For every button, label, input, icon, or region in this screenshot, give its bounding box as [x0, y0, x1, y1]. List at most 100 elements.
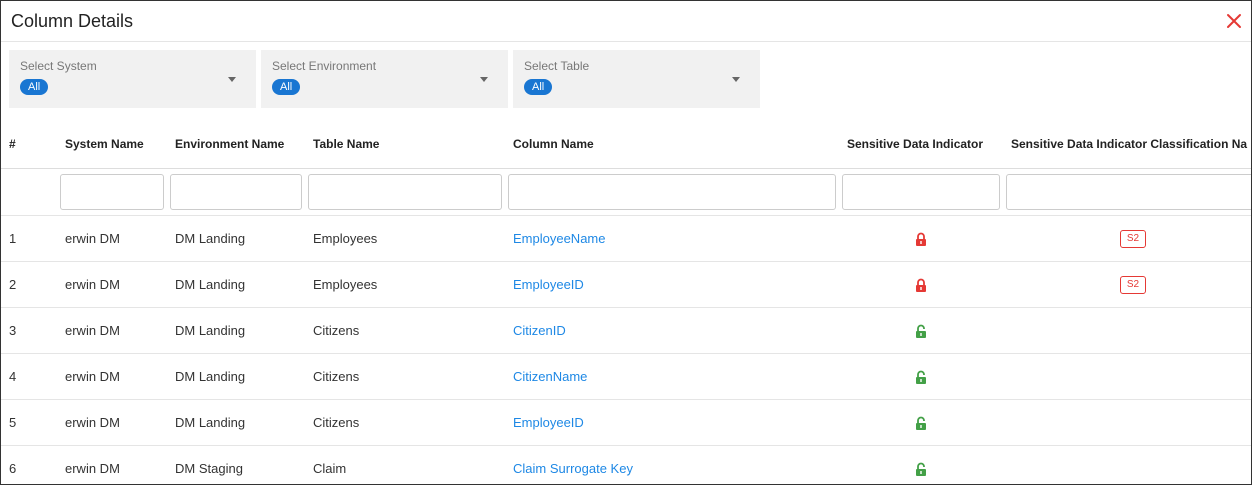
column-name-cell: CitizenID — [505, 307, 839, 354]
column-name-cell: Claim Surrogate Key — [505, 445, 839, 484]
header-system-name[interactable]: System Name — [57, 119, 167, 169]
column-name-filter-input[interactable] — [508, 174, 836, 210]
sensitive-indicator-filter-input[interactable] — [842, 174, 1000, 210]
header-number[interactable]: # — [1, 119, 57, 169]
environment-name-cell: DM Landing — [167, 307, 305, 354]
locked-icon — [915, 231, 927, 247]
system-name-cell: erwin DM — [57, 399, 167, 446]
system-name-cell: erwin DM — [57, 445, 167, 484]
table-name-cell: Employees — [305, 261, 505, 308]
table-name-cell: Citizens — [305, 307, 505, 354]
locked-icon — [915, 277, 927, 293]
select-environment-value-chip[interactable]: All — [272, 79, 301, 95]
row-number: 2 — [1, 261, 57, 308]
column-name-cell: EmployeeID — [505, 399, 839, 446]
header-table-name[interactable]: Table Name — [305, 119, 505, 169]
table-row[interactable]: 4 erwin DM DM Landing Citizens CitizenName — [1, 353, 1251, 400]
header-sensitive-data-indicator[interactable]: Sensitive Data Indicator — [839, 119, 1003, 169]
header-sdi-classification-name[interactable]: Sensitive Data Indicator Classification … — [1003, 119, 1251, 169]
environment-name-filter-input[interactable] — [170, 174, 302, 210]
classification-badge: S2 — [1119, 230, 1147, 248]
unlocked-icon — [915, 323, 927, 339]
table-header-row: # System Name Environment Name Table Nam… — [1, 119, 1251, 169]
select-table-dropdown[interactable]: Select Table All — [513, 50, 760, 108]
environment-name-cell: DM Staging — [167, 445, 305, 484]
close-icon[interactable] — [1225, 12, 1243, 30]
classification-filter-input[interactable] — [1006, 174, 1251, 210]
select-table-value-chip[interactable]: All — [524, 79, 553, 95]
table-name-cell: Citizens — [305, 353, 505, 400]
table-body: 1 erwin DM DM Landing Employees EmployeeName… — [1, 215, 1251, 484]
sensitive-indicator-cell — [839, 307, 1003, 354]
dialog-title: Column Details — [11, 10, 134, 31]
row-number: 5 — [1, 399, 57, 446]
table-row[interactable]: 3 erwin DM DM Landing Citizens CitizenID — [1, 307, 1251, 354]
filter-cell-system — [57, 168, 167, 216]
row-number: 3 — [1, 307, 57, 354]
sensitive-indicator-cell — [839, 399, 1003, 446]
system-name-cell: erwin DM — [57, 215, 167, 262]
environment-name-cell: DM Landing — [167, 261, 305, 308]
filter-cell-sensitive — [839, 168, 1003, 216]
row-number: 1 — [1, 215, 57, 262]
unlocked-icon — [915, 369, 927, 385]
select-system-dropdown[interactable]: Select System All — [9, 50, 256, 108]
row-number: 4 — [1, 353, 57, 400]
filter-bar: Select System All Select Environment All… — [1, 42, 1251, 108]
select-environment-label: Select Environment — [272, 59, 377, 73]
column-name-cell: EmployeeID — [505, 261, 839, 308]
column-name-link[interactable]: EmployeeID — [513, 415, 584, 430]
system-name-filter-input[interactable] — [60, 174, 164, 210]
chevron-down-icon[interactable] — [480, 77, 488, 82]
select-environment-dropdown[interactable]: Select Environment All — [261, 50, 508, 108]
filter-cell-environment — [167, 168, 305, 216]
select-table-label: Select Table — [524, 59, 590, 73]
unlocked-icon — [915, 461, 927, 477]
sensitive-indicator-cell — [839, 261, 1003, 308]
environment-name-cell: DM Landing — [167, 353, 305, 400]
table-row[interactable]: 2 erwin DM DM Landing Employees EmployeeID S2 — [1, 261, 1251, 308]
table-name-cell: Claim — [305, 445, 505, 484]
table-name-cell: Citizens — [305, 399, 505, 446]
filter-cell-classification — [1003, 168, 1251, 216]
column-name-link[interactable]: CitizenID — [513, 323, 566, 338]
table-name-filter-input[interactable] — [308, 174, 502, 210]
table-name-cell: Employees — [305, 215, 505, 262]
filter-cell-number — [1, 168, 57, 216]
chevron-down-icon[interactable] — [228, 77, 236, 82]
classification-cell — [1003, 307, 1251, 354]
classification-cell — [1003, 353, 1251, 400]
sensitive-indicator-cell — [839, 353, 1003, 400]
column-name-link[interactable]: EmployeeName — [513, 231, 606, 246]
column-name-link[interactable]: Claim Surrogate Key — [513, 461, 633, 476]
sensitive-indicator-cell — [839, 445, 1003, 484]
header-column-name[interactable]: Column Name — [505, 119, 839, 169]
system-name-cell: erwin DM — [57, 307, 167, 354]
environment-name-cell: DM Landing — [167, 399, 305, 446]
column-details-dialog: Column Details Select System All Select … — [0, 0, 1252, 485]
select-system-value-chip[interactable]: All — [20, 79, 49, 95]
system-name-cell: erwin DM — [57, 261, 167, 308]
system-name-cell: erwin DM — [57, 353, 167, 400]
table-row[interactable]: 5 erwin DM DM Landing Citizens EmployeeID — [1, 399, 1251, 446]
table-row[interactable]: 1 erwin DM DM Landing Employees EmployeeName… — [1, 215, 1251, 262]
column-name-cell: CitizenName — [505, 353, 839, 400]
table-row[interactable]: 6 erwin DM DM Staging Claim Claim Surrogate … — [1, 445, 1251, 484]
dialog-header: Column Details — [1, 1, 1251, 42]
column-name-link[interactable]: CitizenName — [513, 369, 587, 384]
filter-cell-table — [305, 168, 505, 216]
unlocked-icon — [915, 415, 927, 431]
classification-cell — [1003, 445, 1251, 484]
header-environment-name[interactable]: Environment Name — [167, 119, 305, 169]
row-number: 6 — [1, 445, 57, 484]
classification-cell: S2 — [1003, 261, 1251, 308]
classification-cell — [1003, 399, 1251, 446]
column-name-link[interactable]: EmployeeID — [513, 277, 584, 292]
select-system-label: Select System — [20, 59, 97, 73]
column-name-cell: EmployeeName — [505, 215, 839, 262]
environment-name-cell: DM Landing — [167, 215, 305, 262]
column-filter-row — [1, 168, 1251, 216]
filter-cell-column — [505, 168, 839, 216]
sensitive-indicator-cell — [839, 215, 1003, 262]
chevron-down-icon[interactable] — [732, 77, 740, 82]
